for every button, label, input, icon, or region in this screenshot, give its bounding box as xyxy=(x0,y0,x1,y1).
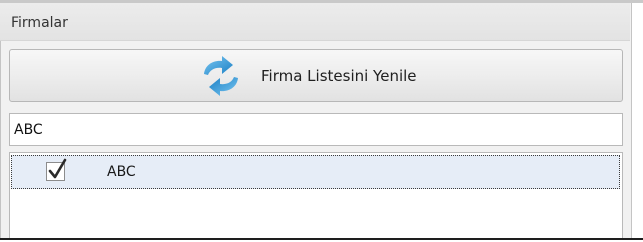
company-list: ABC xyxy=(9,152,623,239)
panel-header: Firmalar xyxy=(0,3,630,41)
refresh-button-label: Firma Listesini Yenile xyxy=(261,67,417,85)
company-search-input[interactable] xyxy=(9,113,623,146)
item-checkbox[interactable] xyxy=(46,158,67,181)
panel-title: Firmalar xyxy=(11,15,68,31)
list-item-label: ABC xyxy=(107,164,136,180)
bottom-divider xyxy=(0,238,643,240)
list-item-abc[interactable]: ABC xyxy=(11,155,620,189)
refresh-company-list-button[interactable]: Firma Listesini Yenile xyxy=(9,49,623,102)
refresh-arrows-icon xyxy=(200,56,242,96)
